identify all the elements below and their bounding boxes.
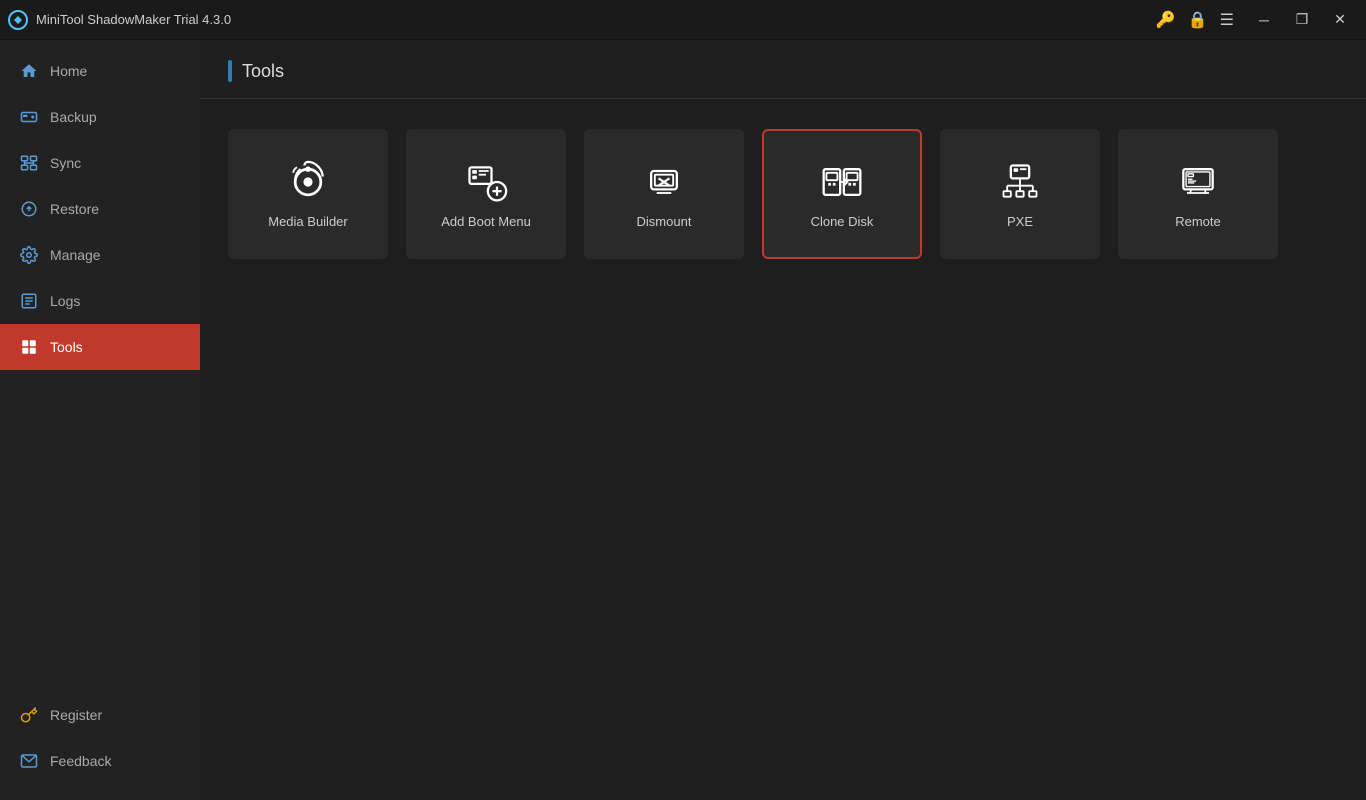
sidebar-item-sync[interactable]: Sync [0,140,200,186]
dismount-label: Dismount [637,214,692,229]
restore-button[interactable]: ❐ [1284,4,1320,36]
sidebar-item-manage[interactable]: Manage [0,232,200,278]
tool-card-dismount[interactable]: Dismount [584,129,744,259]
title-bar-icons: 🔑 🔒 ☰ [1156,10,1234,30]
sidebar-nav: Home Backup Sync Restore [0,40,200,692]
title-bar: MiniTool ShadowMaker Trial 4.3.0 🔑 🔒 ☰ ─… [0,0,1366,40]
tool-card-clone-disk[interactable]: Clone Disk [762,129,922,259]
sidebar-item-home[interactable]: Home [0,48,200,94]
tool-card-remote[interactable]: Remote [1118,129,1278,259]
tool-card-media-builder[interactable]: Media Builder [228,129,388,259]
backup-label: Backup [50,109,97,125]
sidebar-item-tools[interactable]: Tools [0,324,200,370]
pxe-icon [998,160,1042,204]
manage-label: Manage [50,247,101,263]
window-controls: ─ ❐ ✕ [1246,4,1358,36]
page-title: Tools [242,61,284,82]
tools-grid: Media Builder Add Boot Men [200,99,1366,289]
sidebar-bottom: Register Feedback [0,692,200,800]
backup-icon [20,108,38,126]
feedback-icon [20,752,38,770]
add-boot-menu-icon [464,160,508,204]
restore-icon [20,200,38,218]
sync-label: Sync [50,155,81,171]
sidebar-item-logs[interactable]: Logs [0,278,200,324]
tools-nav-icon [20,338,38,356]
feedback-label: Feedback [50,753,111,769]
content-area: Tools Media Builder [200,40,1366,800]
dismount-icon [642,160,686,204]
home-label: Home [50,63,87,79]
sidebar-item-register[interactable]: Register [0,692,200,738]
sidebar: Home Backup Sync Restore [0,40,200,800]
remote-icon [1176,160,1220,204]
add-boot-menu-label: Add Boot Menu [441,214,531,229]
title-bar-left: MiniTool ShadowMaker Trial 4.3.0 [8,10,231,30]
sidebar-item-feedback[interactable]: Feedback [0,738,200,784]
close-button[interactable]: ✕ [1322,4,1358,36]
app-icon [8,10,28,30]
media-builder-label: Media Builder [268,214,348,229]
logs-label: Logs [50,293,80,309]
manage-icon [20,246,38,264]
sidebar-item-backup[interactable]: Backup [0,94,200,140]
clone-disk-icon [820,160,864,204]
pxe-label: PXE [1007,214,1033,229]
remote-label: Remote [1175,214,1221,229]
logs-icon [20,292,38,310]
main-layout: Home Backup Sync Restore [0,40,1366,800]
home-icon [20,62,38,80]
media-builder-icon [286,160,330,204]
tool-card-pxe[interactable]: PXE [940,129,1100,259]
menu-icon[interactable]: ☰ [1220,10,1234,30]
app-title: MiniTool ShadowMaker Trial 4.3.0 [36,12,231,27]
sidebar-item-restore[interactable]: Restore [0,186,200,232]
restore-label: Restore [50,201,99,217]
sync-icon [20,154,38,172]
clone-disk-label: Clone Disk [811,214,874,229]
register-icon [20,706,38,724]
header-accent-bar [228,60,232,82]
minimize-button[interactable]: ─ [1246,4,1282,36]
lock-icon[interactable]: 🔒 [1188,10,1208,30]
key-icon[interactable]: 🔑 [1156,10,1176,30]
register-label: Register [50,707,102,723]
page-header: Tools [200,40,1366,99]
tools-nav-label: Tools [50,339,83,355]
tool-card-add-boot-menu[interactable]: Add Boot Menu [406,129,566,259]
